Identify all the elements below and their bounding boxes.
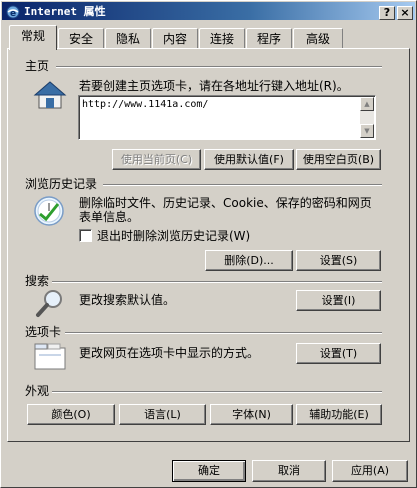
history-description: 删除临时文件、历史记录、Cookie、保存的密码和网页表单信息。 xyxy=(79,196,372,224)
tabs-settings-button[interactable]: 设置(T) xyxy=(296,343,381,364)
homepage-url-textarea[interactable]: http://www.1141a.com/ ▲ ▼ xyxy=(78,95,376,140)
history-section-label: 浏览历史记录 xyxy=(25,177,98,191)
homepage-description: 若要创建主页选项卡，请在各地址行键入地址(R)。 xyxy=(79,79,349,93)
search-divider xyxy=(52,281,382,283)
cancel-button[interactable]: 取消 xyxy=(252,460,326,482)
search-section-label: 搜索 xyxy=(25,274,50,288)
house-icon xyxy=(33,80,67,110)
history-settings-button[interactable]: 设置(S) xyxy=(296,250,381,271)
apply-button[interactable]: 应用(A) xyxy=(332,460,408,482)
delete-on-exit-checkbox[interactable] xyxy=(79,229,92,242)
history-clock-icon xyxy=(31,194,67,228)
scroll-up-icon[interactable]: ▲ xyxy=(360,97,374,111)
scroll-down-icon[interactable]: ▼ xyxy=(360,124,374,138)
tabs-section-label: 选项卡 xyxy=(25,325,62,339)
magnifier-icon xyxy=(33,288,67,318)
search-description: 更改搜索默认值。 xyxy=(79,293,176,307)
history-divider xyxy=(103,184,382,186)
delete-on-exit-label[interactable]: 退出时删除浏览历史记录(W) xyxy=(97,229,250,243)
accessibility-button[interactable]: 辅助功能(E) xyxy=(296,404,382,425)
delete-history-button[interactable]: 删除(D)... xyxy=(205,250,293,271)
search-settings-button[interactable]: 设置(I) xyxy=(296,290,381,311)
homepage-url-value: http://www.1141a.com/ xyxy=(82,99,209,110)
fonts-button[interactable]: 字体(N) xyxy=(210,404,293,425)
use-blank-button[interactable]: 使用空白页(B) xyxy=(296,149,381,170)
tabs-divider xyxy=(65,332,382,334)
use-default-button[interactable]: 使用默认值(F) xyxy=(204,149,294,170)
homepage-url-scrollbar[interactable]: ▲ ▼ xyxy=(360,97,374,138)
tabbed-window-icon xyxy=(33,341,67,371)
colors-button[interactable]: 颜色(O) xyxy=(27,404,115,425)
languages-button[interactable]: 语言(L) xyxy=(119,404,206,425)
appearance-divider xyxy=(52,391,382,393)
appearance-section-label: 外观 xyxy=(25,384,50,398)
homepage-section-label: 主页 xyxy=(25,59,50,73)
tabs-description: 更改网页在选项卡中显示的方式。 xyxy=(79,346,260,360)
use-current-page-button[interactable]: 使用当前页(C) xyxy=(112,149,201,170)
ok-button[interactable]: 确定 xyxy=(172,460,246,482)
homepage-divider xyxy=(56,66,382,68)
